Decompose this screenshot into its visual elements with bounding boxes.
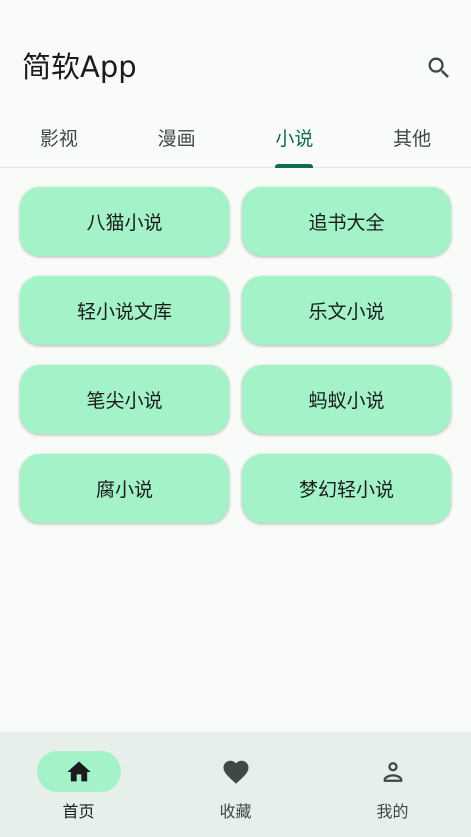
source-card[interactable]: 腐小说	[20, 454, 229, 523]
nav-item-home[interactable]: 首页	[0, 732, 157, 837]
source-card[interactable]: 笔尖小说	[20, 365, 229, 434]
tab-active-indicator	[275, 164, 314, 168]
tab-label: 漫画	[157, 128, 196, 150]
nav-label: 我的	[376, 802, 409, 821]
top-app-bar: 简软App	[0, 0, 471, 108]
nav-active-pill	[36, 751, 121, 792]
app-title: 简软App	[22, 50, 137, 84]
tab-comics[interactable]: 漫画	[118, 108, 236, 167]
nav-icon-holder	[351, 751, 435, 792]
bottom-navigation: 首页 收藏 我的	[0, 732, 471, 837]
nav-label: 首页	[62, 802, 95, 821]
source-card[interactable]: 八猫小说	[20, 187, 229, 256]
tab-label: 小说	[275, 128, 314, 150]
search-icon	[428, 57, 449, 78]
source-card[interactable]: 蚂蚁小说	[242, 365, 451, 434]
home-icon	[66, 761, 91, 781]
tab-novels[interactable]: 小说	[236, 108, 354, 168]
search-button[interactable]	[418, 47, 460, 89]
person-icon	[383, 761, 402, 782]
source-card[interactable]: 轻小说文库	[20, 276, 229, 345]
nav-icon-holder	[194, 751, 278, 792]
source-card[interactable]: 乐文小说	[242, 276, 451, 345]
nav-item-profile[interactable]: 我的	[314, 732, 471, 837]
tab-label: 影视	[39, 128, 78, 150]
tab-movies[interactable]: 影视	[0, 108, 118, 167]
source-grid: 八猫小说 追书大全 轻小说文库 乐文小说 笔尖小说 蚂蚁小说 腐小说 梦幻轻小说	[20, 187, 451, 523]
app-screen: 简软App 影视 漫画 小说 其他 八猫小说 追书大全 轻小说文库 乐文小说 笔…	[0, 0, 471, 837]
heart-icon	[223, 760, 248, 784]
source-card[interactable]: 追书大全	[242, 187, 451, 256]
category-tabs: 影视 漫画 小说 其他	[0, 108, 471, 168]
nav-item-favorites[interactable]: 收藏	[157, 732, 314, 837]
tab-label: 其他	[393, 128, 432, 150]
source-card[interactable]: 梦幻轻小说	[242, 454, 451, 523]
nav-label: 收藏	[219, 802, 252, 821]
tab-other[interactable]: 其他	[353, 108, 471, 167]
